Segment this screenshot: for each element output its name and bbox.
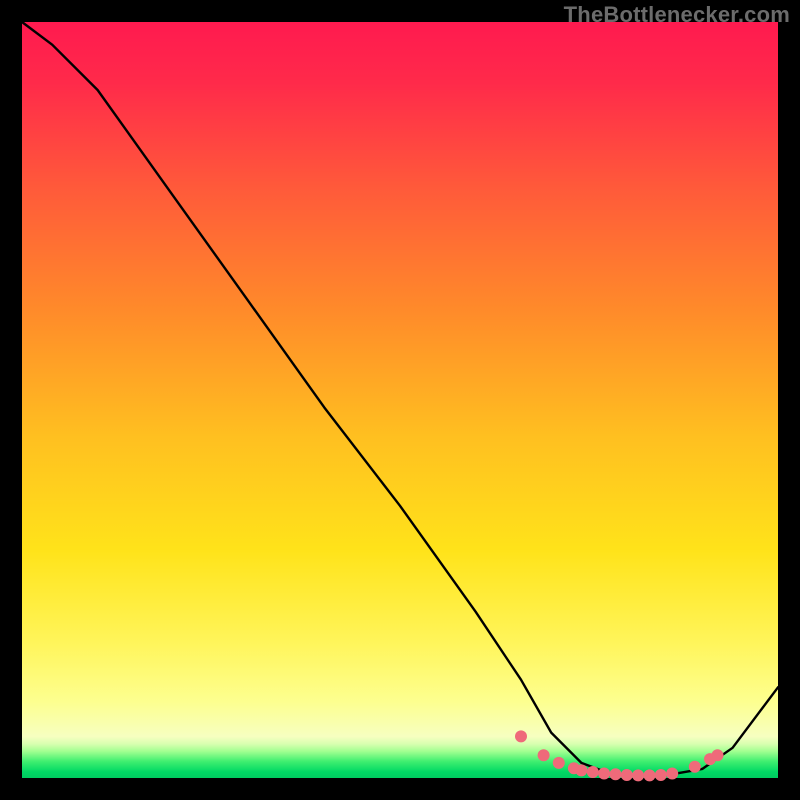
curve-marker	[655, 769, 667, 781]
curve-marker	[666, 768, 678, 780]
chart-stage: { "attribution": "TheBottlenecker.com", …	[0, 0, 800, 800]
curve-marker	[538, 749, 550, 761]
curve-marker	[553, 757, 565, 769]
attribution-text: TheBottlenecker.com	[564, 2, 790, 28]
curve-marker	[712, 749, 724, 761]
plot-background	[22, 22, 778, 778]
curve-marker	[598, 768, 610, 780]
curve-marker	[515, 730, 527, 742]
curve-marker	[689, 761, 701, 773]
chart-svg	[0, 0, 800, 800]
curve-marker	[610, 768, 622, 780]
curve-marker	[587, 766, 599, 778]
curve-marker	[621, 769, 633, 781]
curve-marker	[644, 769, 656, 781]
curve-marker	[632, 769, 644, 781]
curve-marker	[575, 764, 587, 776]
